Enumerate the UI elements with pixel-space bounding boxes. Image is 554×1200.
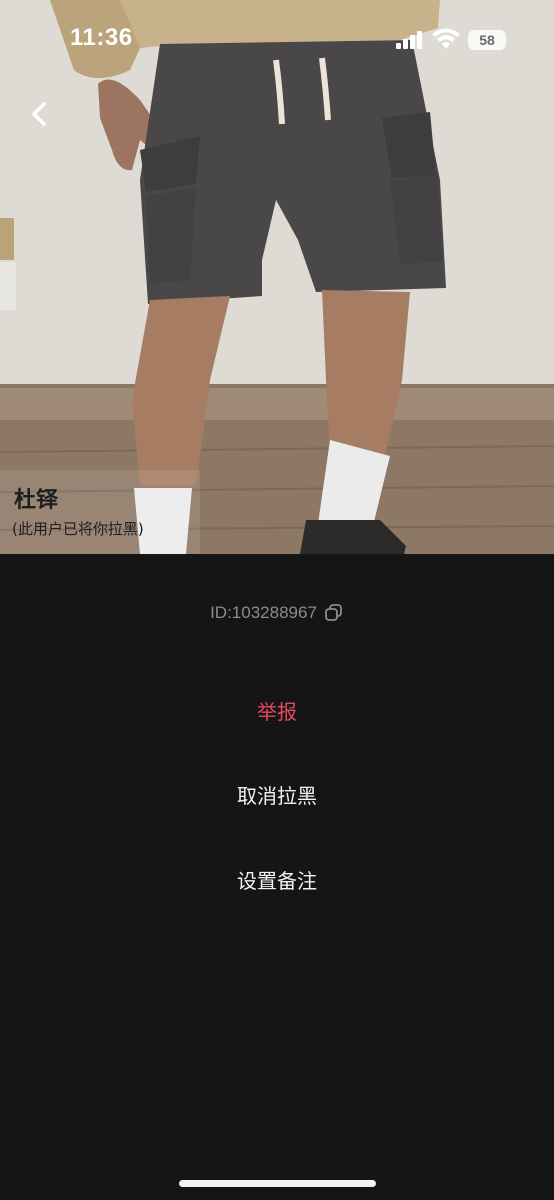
status-time: 11:36 [70,24,133,51]
report-button[interactable]: 举报 [0,692,554,732]
profile-screen: 11:36 58 杜铎 (此用户已将你拉黑) ID:103288967 举报 取… [0,0,554,1200]
home-indicator[interactable] [179,1180,376,1187]
user-id: ID:103288967 [210,603,317,622]
unblock-button[interactable]: 取消拉黑 [0,776,554,816]
cellular-signal-icon [396,31,422,49]
set-remark-button[interactable]: 设置备注 [0,861,554,901]
battery-level: 58 [479,32,495,48]
status-bar: 11:36 58 [0,0,554,84]
user-name: 杜铎 [14,488,59,513]
back-button[interactable] [18,92,58,136]
wifi-icon [432,28,460,49]
chevron-left-icon [32,102,46,126]
copy-id-button[interactable] [324,603,344,623]
block-status-label: (此用户已将你拉黑) [12,520,144,538]
user-id-row: ID:103288967 [0,600,554,626]
battery-icon: 58 [468,30,506,50]
copy-icon [325,604,342,621]
